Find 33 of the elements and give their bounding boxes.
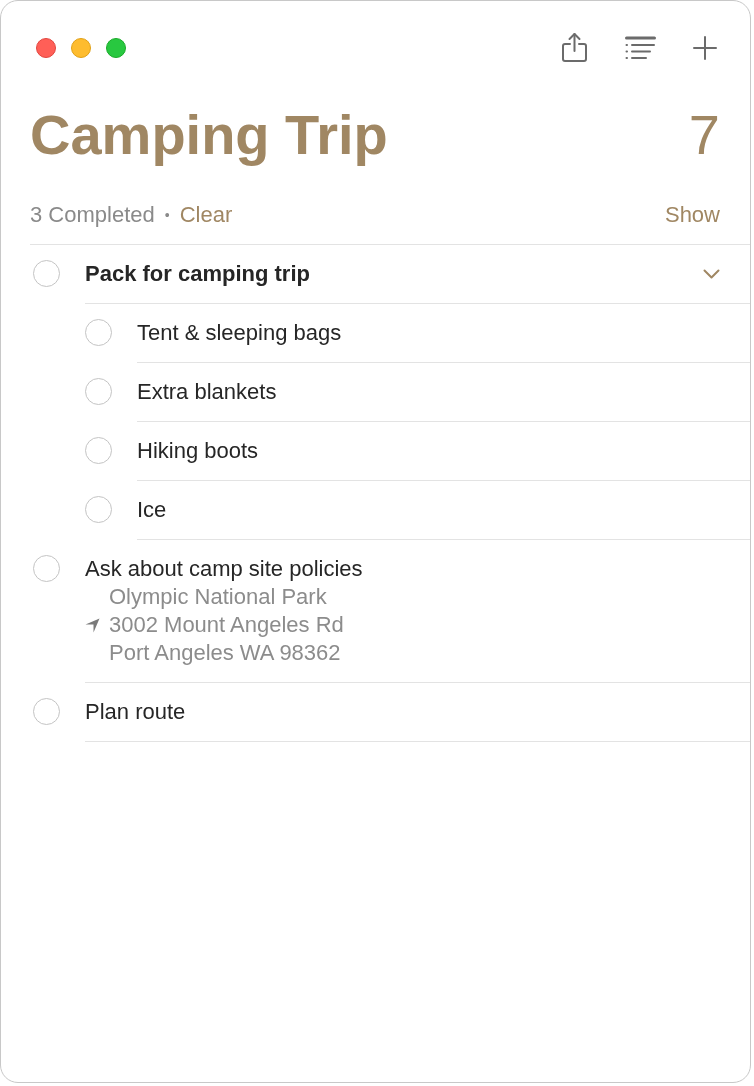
minimize-button[interactable] [71,37,91,58]
completed-count: 3 Completed [30,201,155,229]
location-line: Port Angeles WA 98362 [109,639,342,667]
checkbox[interactable] [85,319,112,346]
task-title: Extra blankets [137,378,277,406]
zoom-button[interactable] [106,37,126,58]
task-title: Tent & sleeping bags [137,319,342,347]
bullet-separator: • [164,206,170,225]
task-title: Pack for camping trip [85,260,310,288]
task-title: Plan route [85,698,186,726]
item-count: 7 [688,107,720,163]
task-title: Hiking boots [137,437,259,465]
add-button[interactable] [693,35,717,60]
arrow-icon [85,617,100,633]
task-title: Ice [137,496,167,524]
plus-icon [693,35,717,60]
checkbox[interactable] [33,260,60,287]
checkbox[interactable] [33,555,60,582]
share-icon [561,32,588,63]
show-button[interactable]: Show [664,201,720,229]
location-line: 3002 Mount Angeles Rd [109,611,344,639]
list-button[interactable] [625,35,656,60]
location-line: Olympic National Park [109,583,328,611]
close-button[interactable] [36,37,56,58]
checkbox[interactable] [85,378,112,405]
checkbox[interactable] [85,496,112,523]
clear-button[interactable]: Clear [179,201,233,229]
share-button[interactable] [561,32,588,63]
chevron-icon[interactable] [703,269,720,279]
list-icon [625,35,656,60]
task-title: Ask about camp site policies [85,555,363,583]
checkbox[interactable] [33,698,60,725]
checkbox[interactable] [85,437,112,464]
